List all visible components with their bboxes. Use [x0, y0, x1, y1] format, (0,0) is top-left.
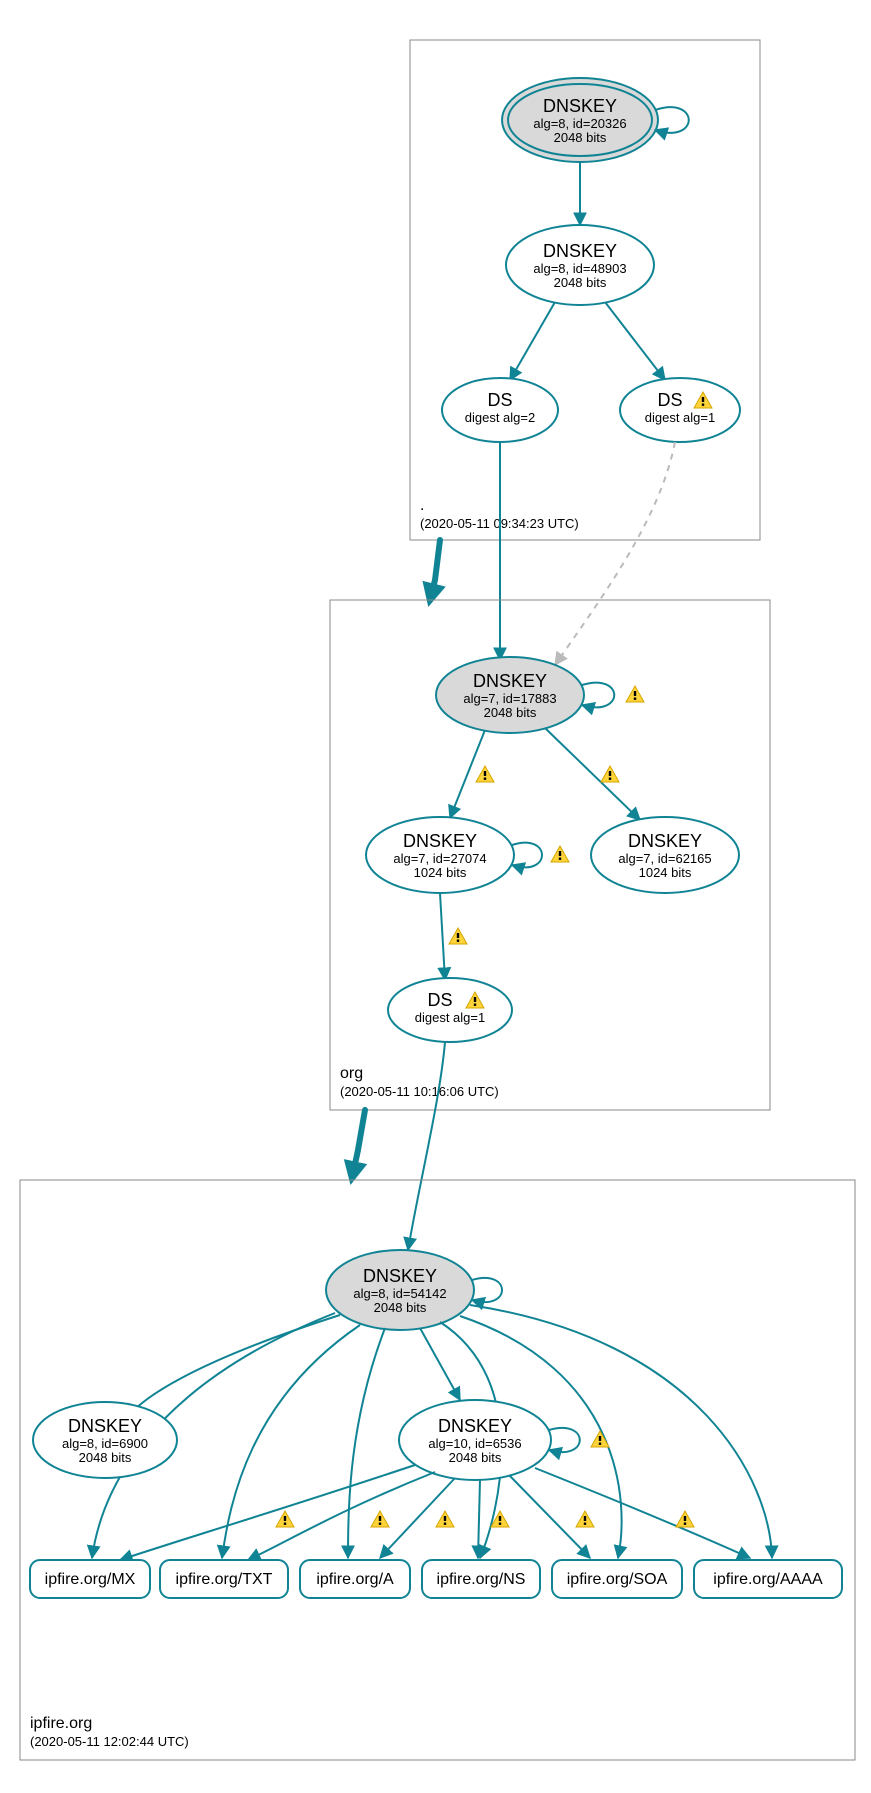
- svg-text:alg=7, id=17883: alg=7, id=17883: [463, 691, 556, 706]
- edge-k6536-aaaa: [535, 1468, 750, 1558]
- svg-text:DNSKEY: DNSKEY: [543, 96, 617, 116]
- svg-text:DS: DS: [487, 390, 512, 410]
- zone-name-ipfire: ipfire.org: [30, 1715, 92, 1732]
- svg-text:ipfire.org/NS: ipfire.org/NS: [437, 1571, 526, 1588]
- node-ip-k6536: DNSKEY alg=10, id=6536 2048 bits: [399, 1400, 551, 1480]
- svg-text:DNSKEY: DNSKEY: [363, 1266, 437, 1286]
- svg-text:DNSKEY: DNSKEY: [628, 831, 702, 851]
- svg-text:alg=7, id=27074: alg=7, id=27074: [393, 851, 486, 866]
- self-loop-ip-ksk: [472, 1278, 502, 1302]
- svg-text:DNSKEY: DNSKEY: [403, 831, 477, 851]
- edge-k6536-ns: [478, 1480, 480, 1558]
- edge-k6536-soa: [510, 1476, 590, 1558]
- warning-icon: [626, 686, 644, 702]
- self-loop-ip-k6536: [549, 1428, 580, 1452]
- warning-icon: [436, 1511, 454, 1527]
- svg-text:digest alg=1: digest alg=1: [415, 1010, 485, 1025]
- edge-orgksk-zsk1: [450, 730, 485, 818]
- node-org-ds: DS digest alg=1: [388, 978, 512, 1042]
- svg-text:DNSKEY: DNSKEY: [438, 1416, 512, 1436]
- svg-text:digest alg=2: digest alg=2: [465, 410, 535, 425]
- svg-text:2048 bits: 2048 bits: [449, 1450, 502, 1465]
- svg-text:ipfire.org/MX: ipfire.org/MX: [45, 1571, 136, 1588]
- warning-icon: [276, 1511, 294, 1527]
- svg-text:ipfire.org/A: ipfire.org/A: [316, 1571, 394, 1588]
- edge-rootzsk-ds1: [605, 302, 665, 380]
- node-ip-ksk: DNSKEY alg=8, id=54142 2048 bits: [326, 1250, 474, 1330]
- self-loop-org-ksk: [582, 683, 614, 708]
- svg-text:2048 bits: 2048 bits: [484, 705, 537, 720]
- svg-text:alg=7, id=62165: alg=7, id=62165: [618, 851, 711, 866]
- edge-k6536-txt: [248, 1472, 435, 1560]
- node-org-zsk1: DNSKEY alg=7, id=27074 1024 bits: [366, 817, 514, 893]
- svg-text:digest alg=1: digest alg=1: [645, 410, 715, 425]
- node-ip-k6900: DNSKEY alg=8, id=6900 2048 bits: [33, 1402, 177, 1478]
- svg-text:ipfire.org/SOA: ipfire.org/SOA: [567, 1571, 668, 1588]
- zone-name-org: org: [340, 1065, 363, 1082]
- warning-icon: [576, 1511, 594, 1527]
- node-root-ksk: DNSKEY alg=8, id=20326 2048 bits: [502, 78, 658, 162]
- warning-icon: [591, 1431, 609, 1447]
- edge-rootzsk-ds2: [510, 302, 555, 380]
- self-loop-root-ksk: [655, 107, 689, 133]
- warning-icon: [551, 846, 569, 862]
- zone-time-org: (2020-05-11 10:16:06 UTC): [340, 1084, 499, 1099]
- svg-text:DS: DS: [427, 990, 452, 1010]
- svg-text:alg=8, id=54142: alg=8, id=54142: [353, 1286, 446, 1301]
- edge-ipksk-k6536: [420, 1328, 460, 1400]
- warning-icon: [449, 928, 467, 944]
- node-rr-mx: ipfire.org/MX: [30, 1560, 150, 1598]
- delegation-arrow-root-org: [430, 540, 440, 600]
- edge-ds1-orgksk-dashed: [555, 442, 675, 665]
- edge-orgzsk1-orgds: [440, 893, 445, 980]
- edge-orgksk-zsk2: [545, 728, 640, 820]
- zone-time-ipfire: (2020-05-11 12:02:44 UTC): [30, 1734, 189, 1749]
- node-org-zsk2: DNSKEY alg=7, id=62165 1024 bits: [591, 817, 739, 893]
- node-rr-a: ipfire.org/A: [300, 1560, 410, 1598]
- zone-name-root: .: [420, 497, 424, 514]
- svg-text:alg=10, id=6536: alg=10, id=6536: [428, 1436, 521, 1451]
- svg-text:DNSKEY: DNSKEY: [68, 1416, 142, 1436]
- node-rr-aaaa: ipfire.org/AAAA: [694, 1560, 842, 1598]
- node-rr-txt: ipfire.org/TXT: [160, 1560, 288, 1598]
- svg-text:2048 bits: 2048 bits: [79, 1450, 132, 1465]
- svg-text:alg=8, id=20326: alg=8, id=20326: [533, 116, 626, 131]
- self-loop-org-zsk1: [512, 843, 542, 868]
- node-rr-ns: ipfire.org/NS: [422, 1560, 540, 1598]
- warning-icon: [476, 766, 494, 782]
- node-root-ds2: DS digest alg=2: [442, 378, 558, 442]
- warning-icon: [601, 766, 619, 782]
- svg-text:1024 bits: 1024 bits: [639, 865, 692, 880]
- svg-text:2048 bits: 2048 bits: [374, 1300, 427, 1315]
- svg-text:DNSKEY: DNSKEY: [473, 671, 547, 691]
- svg-text:DS: DS: [657, 390, 682, 410]
- node-org-ksk: DNSKEY alg=7, id=17883 2048 bits: [436, 657, 584, 733]
- svg-text:alg=8, id=48903: alg=8, id=48903: [533, 261, 626, 276]
- svg-text:2048 bits: 2048 bits: [554, 275, 607, 290]
- svg-text:DNSKEY: DNSKEY: [543, 241, 617, 261]
- svg-text:alg=8, id=6900: alg=8, id=6900: [62, 1436, 148, 1451]
- dnssec-diagram: . (2020-05-11 09:34:23 UTC) DNSKEY alg=8…: [0, 0, 871, 1793]
- node-rr-soa: ipfire.org/SOA: [552, 1560, 682, 1598]
- node-root-ds1: DS digest alg=1: [620, 378, 740, 442]
- svg-text:1024 bits: 1024 bits: [414, 865, 467, 880]
- warning-icon: [676, 1511, 694, 1527]
- delegation-arrow-org-ipfire: [352, 1110, 365, 1178]
- edge-orgds-ipksk: [408, 1042, 445, 1250]
- warning-icon: [371, 1511, 389, 1527]
- svg-text:ipfire.org/AAAA: ipfire.org/AAAA: [713, 1571, 823, 1588]
- edge-k6536-mx: [120, 1465, 415, 1560]
- node-root-zsk: DNSKEY alg=8, id=48903 2048 bits: [506, 225, 654, 305]
- svg-text:2048 bits: 2048 bits: [554, 130, 607, 145]
- svg-text:ipfire.org/TXT: ipfire.org/TXT: [176, 1571, 273, 1588]
